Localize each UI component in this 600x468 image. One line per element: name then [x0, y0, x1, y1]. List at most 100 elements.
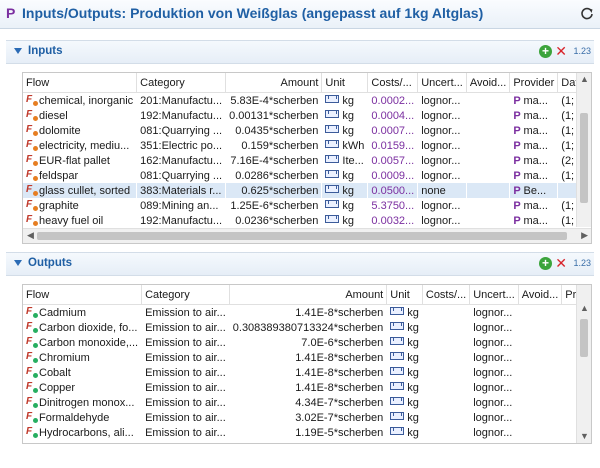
amount-cell[interactable]: 4.34E-7*scherben	[229, 395, 386, 410]
costs-cell[interactable]: 0.0159...	[368, 138, 418, 153]
zoom-label[interactable]: 1.23	[573, 258, 591, 268]
amount-cell[interactable]: 1.41E-8*scherben	[229, 305, 386, 321]
add-icon[interactable]: +	[539, 45, 552, 58]
flow-cell[interactable]: F Copper	[23, 380, 142, 395]
avoided-cell[interactable]	[466, 123, 510, 138]
avoided-cell[interactable]	[518, 425, 562, 440]
costs-cell[interactable]: 0.0032...	[368, 213, 418, 228]
column-header-amount[interactable]: Amount	[225, 73, 323, 93]
costs-cell[interactable]: 0.0004...	[368, 108, 418, 123]
uncertainty-cell[interactable]: lognor...	[470, 425, 519, 440]
avoided-cell[interactable]	[518, 350, 562, 365]
avoided-cell[interactable]	[466, 213, 510, 228]
uncertainty-cell[interactable]: lognor...	[418, 123, 467, 138]
avoided-cell[interactable]	[466, 153, 510, 168]
unit-cell[interactable]: kg	[387, 395, 423, 410]
table-row[interactable]: F Formaldehyde Emission to air... 3.02E-7*s…	[23, 410, 591, 425]
costs-cell[interactable]: 0.0002...	[368, 93, 418, 109]
costs-cell[interactable]: 0.0057...	[368, 153, 418, 168]
add-icon[interactable]: +	[539, 257, 552, 270]
flow-cell[interactable]: Fdiesel	[23, 108, 137, 123]
delete-icon[interactable]: ✕	[555, 255, 567, 272]
uncertainty-cell[interactable]: lognor...	[418, 153, 467, 168]
table-row[interactable]: F Hydrocarbons, ali... Emission to air... 1…	[23, 425, 591, 440]
table-row[interactable]: Fchemical, inorganic 201:Manufactu... 5.83…	[23, 93, 591, 109]
category-cell[interactable]: 201:Manufactu...	[137, 93, 226, 109]
table-row[interactable]: Fheavy fuel oil 192:Manufactu... 0.0236*sc…	[23, 213, 591, 228]
amount-cell[interactable]: 7.16E-4*scherben	[226, 153, 322, 168]
amount-cell[interactable]: 0.625*scherben	[225, 183, 322, 198]
table-row[interactable]: F Cadmium Emission to air... 1.41E-8*scherb…	[23, 305, 591, 321]
column-header-costs[interactable]: Costs/...	[367, 73, 419, 93]
category-cell[interactable]: Emission to air...	[142, 380, 230, 395]
costs-cell[interactable]	[422, 365, 469, 380]
amount-cell[interactable]: 0.308389380713324*scherben	[229, 320, 386, 335]
inputs-hscroll-thumb[interactable]	[37, 232, 567, 240]
costs-cell[interactable]	[422, 380, 469, 395]
avoided-cell[interactable]	[518, 335, 562, 350]
scroll-left-icon[interactable]: ◀	[27, 230, 34, 241]
uncertainty-cell[interactable]: lognor...	[470, 350, 519, 365]
uncertainty-cell[interactable]: lognor...	[418, 213, 467, 228]
scroll-up-icon[interactable]: ▲	[580, 303, 589, 313]
avoided-cell[interactable]	[518, 380, 562, 395]
amount-cell[interactable]: 0.0236*scherben	[226, 213, 322, 228]
category-cell[interactable]: Emission to air...	[142, 410, 230, 425]
costs-cell[interactable]: 5.3750...	[368, 198, 418, 213]
category-cell[interactable]: Emission to air...	[142, 305, 230, 321]
amount-cell[interactable]: 1.41E-8*scherben	[229, 380, 386, 395]
amount-cell[interactable]: 1.25E-6*scherben	[226, 198, 322, 213]
unit-cell[interactable]: kg	[387, 350, 423, 365]
inputs-vertical-scrollbar[interactable]: ▲	[576, 73, 591, 227]
flow-cell[interactable]: F Dinitrogen monox...	[23, 395, 142, 410]
avoided-cell[interactable]	[466, 168, 510, 183]
unit-cell[interactable]: kg	[322, 213, 368, 228]
costs-cell[interactable]: 0.0009...	[368, 168, 418, 183]
table-row[interactable]: F Cobalt Emission to air... 1.41E-8*scherbe…	[23, 365, 591, 380]
outputs-vertical-scrollbar[interactable]: ▲ ▼	[576, 285, 591, 443]
category-cell[interactable]: Emission to air...	[142, 320, 230, 335]
flow-cell[interactable]: Felectricity, mediu...	[23, 138, 137, 153]
column-header-unit[interactable]: Unit	[321, 73, 369, 93]
scroll-up-icon[interactable]: ▲	[580, 74, 589, 84]
refresh-icon[interactable]	[580, 6, 594, 20]
amount-cell[interactable]: 1.41E-8*scherben	[229, 365, 386, 380]
flow-cell[interactable]: F Carbon monoxide,...	[23, 335, 142, 350]
outputs-section-header[interactable]: Outputs + ✕ 1.23	[6, 252, 594, 276]
category-cell[interactable]: 351:Electric po...	[137, 138, 226, 153]
unit-cell[interactable]: kg	[387, 410, 423, 425]
outputs-vscroll-thumb[interactable]	[580, 319, 588, 357]
provider-cell[interactable]: P ma...	[510, 93, 558, 109]
amount-cell[interactable]: 1.41E-8*scherben	[229, 350, 386, 365]
inputs-vscroll-thumb[interactable]	[580, 113, 588, 203]
category-cell[interactable]: 089:Mining an...	[137, 198, 226, 213]
flow-cell[interactable]: Ffeldspar	[23, 168, 137, 183]
unit-cell[interactable]: kg	[387, 380, 423, 395]
column-header-flow[interactable]: Flow	[23, 73, 138, 93]
outputs-table[interactable]: Flow Category Amount Unit Costs/... Uncert...…	[22, 284, 592, 444]
table-row[interactable]: F Carbon monoxide,... Emission to air... 7.…	[23, 335, 591, 350]
flow-cell[interactable]: F Cadmium	[23, 305, 142, 321]
table-row[interactable]: Fdiesel 192:Manufactu... 0.00131*scherben k…	[23, 108, 591, 123]
costs-cell[interactable]	[422, 410, 469, 425]
flow-cell[interactable]: F Formaldehyde	[23, 410, 142, 425]
uncertainty-cell[interactable]: none	[417, 183, 467, 198]
amount-cell[interactable]: 3.02E-7*scherben	[229, 410, 386, 425]
category-cell[interactable]: Emission to air...	[142, 395, 230, 410]
unit-cell[interactable]: kWh	[322, 138, 368, 153]
column-header-avoid[interactable]: Avoid...	[518, 285, 563, 305]
uncertainty-cell[interactable]: lognor...	[418, 198, 467, 213]
provider-cell[interactable]: P Be...	[509, 183, 558, 198]
unit-cell[interactable]: kg	[322, 108, 368, 123]
table-row[interactable]: F Dinitrogen monox... Emission to air... 4.…	[23, 395, 591, 410]
amount-cell[interactable]: 0.0435*scherben	[226, 123, 322, 138]
uncertainty-cell[interactable]: lognor...	[470, 335, 519, 350]
column-header-avoid[interactable]: Avoid...	[466, 73, 511, 93]
flow-cell[interactable]: Fchemical, inorganic	[23, 93, 137, 109]
table-row[interactable]: F EUR-flat pallet 162:Manufactu... 7.16E-4*…	[23, 153, 591, 168]
unit-cell[interactable]: kg	[322, 123, 368, 138]
column-header-provider[interactable]: Provider	[509, 73, 559, 93]
uncertainty-cell[interactable]: lognor...	[470, 380, 519, 395]
avoided-cell[interactable]	[466, 93, 510, 109]
table-row[interactable]: Felectricity, mediu... 351:Electric po...…	[23, 138, 591, 153]
